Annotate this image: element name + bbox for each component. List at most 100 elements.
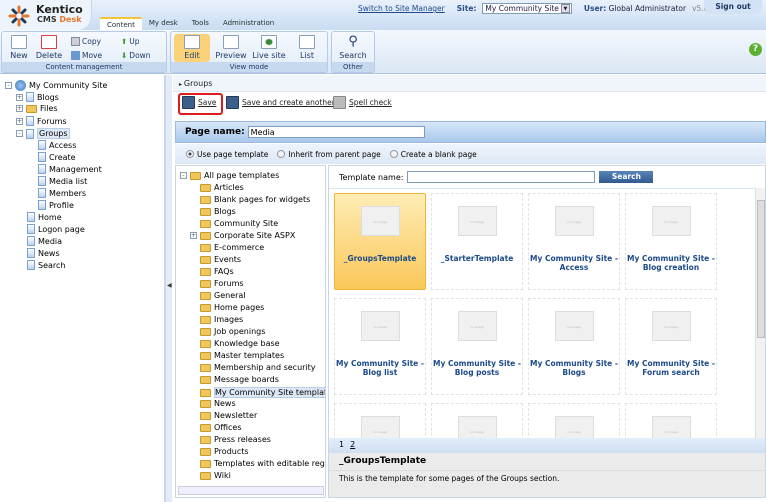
new-button[interactable]: New [6, 35, 32, 60]
template-category[interactable]: Newsletter [200, 411, 257, 420]
template-category[interactable]: Job openings [200, 327, 265, 336]
edit-button[interactable]: Edit [174, 34, 210, 62]
spell-check-button[interactable]: Spell check [333, 96, 392, 109]
template-card[interactable]: no image [334, 403, 426, 438]
template-category[interactable]: Membership and security [200, 363, 316, 372]
preview-button[interactable]: Preview [213, 35, 249, 60]
template-card[interactable]: no image [625, 403, 717, 438]
tree-item[interactable]: Create [38, 152, 76, 162]
up-button[interactable]: ⬆ Up [121, 37, 140, 46]
tab-tools[interactable]: Tools [185, 17, 216, 30]
tab-my-desk[interactable]: My desk [142, 17, 185, 30]
tree-item[interactable]: Profile [38, 200, 74, 210]
page-name-input[interactable] [247, 126, 425, 138]
sign-out-button[interactable]: Sign out [704, 0, 762, 14]
template-category[interactable]: Products [200, 447, 249, 456]
template-card[interactable]: no image _GroupsTemplate [334, 193, 426, 290]
template-category[interactable]: FAQs [200, 267, 234, 276]
template-name-input[interactable] [407, 171, 596, 183]
template-category[interactable]: Community Site [200, 219, 278, 228]
radio-inherit-from-parent[interactable]: Inherit from parent page [277, 150, 381, 159]
other-label: Other [332, 62, 374, 72]
tree-item[interactable]: Media [27, 236, 62, 246]
template-category[interactable]: Home pages [200, 303, 264, 312]
tree-item[interactable]: Logon page [27, 224, 85, 234]
scroll-thumb[interactable] [757, 200, 765, 338]
template-category[interactable]: Knowledge base [200, 339, 280, 348]
template-card[interactable]: no image My Community Site - Blogs [528, 298, 620, 395]
template-category[interactable]: General [200, 291, 246, 300]
tree-root[interactable]: - My Community Site [5, 80, 107, 91]
expand-icon[interactable]: + [16, 117, 23, 125]
template-category[interactable]: Events [200, 255, 241, 264]
template-card[interactable]: no image My Community Site - Forum search [625, 298, 717, 395]
search-button[interactable]: ⚲ Search [335, 35, 371, 61]
template-search-button[interactable]: Search [599, 171, 654, 183]
tree-item[interactable]: Management [38, 164, 102, 174]
template-category[interactable]: Message boards [200, 375, 279, 384]
tree-item[interactable]: Home [27, 212, 62, 222]
expand-icon[interactable]: + [16, 105, 23, 112]
down-button[interactable]: ⬇ Down [121, 51, 151, 60]
save-button[interactable]: Save [182, 96, 216, 109]
expand-icon[interactable]: + [190, 232, 197, 239]
help-icon[interactable]: ? [749, 43, 762, 56]
template-card[interactable]: no image My Community Site - Blog list [334, 298, 426, 395]
tree-item[interactable]: Members [38, 188, 86, 198]
switch-to-site-manager-link[interactable]: Switch to Site Manager [358, 4, 445, 13]
template-category[interactable]: + Corporate Site ASPX [190, 231, 295, 240]
template-category[interactable]: Images [200, 315, 243, 324]
template-category[interactable]: My Community Site templates [200, 387, 325, 398]
tab-content[interactable]: Content [100, 17, 142, 30]
copy-button[interactable]: Copy [71, 37, 101, 46]
collapse-icon[interactable]: - [16, 130, 23, 137]
tree-item[interactable]: + Forums [16, 116, 67, 126]
template-category[interactable]: Master templates [200, 351, 284, 360]
template-category[interactable]: Forums [200, 279, 244, 288]
template-card[interactable]: no image [528, 403, 620, 438]
template-category[interactable]: Articles [200, 183, 244, 192]
breadcrumb-item[interactable]: Groups [184, 79, 213, 88]
radio-use-page-template[interactable]: Use page template [186, 150, 268, 159]
template-category[interactable]: E-commerce [200, 243, 264, 252]
vertical-scrollbar[interactable] [755, 188, 765, 438]
template-category[interactable]: Press releases [200, 435, 271, 444]
save-and-create-another-button[interactable]: Save and create another [226, 96, 335, 109]
template-category[interactable]: Templates with editable regio [200, 459, 325, 468]
move-icon [71, 51, 80, 60]
tree-item[interactable]: Media list [38, 176, 87, 186]
template-category[interactable]: Blank pages for widgets [200, 195, 310, 204]
delete-button[interactable]: Delete [34, 35, 64, 60]
list-button[interactable]: List [291, 35, 323, 60]
template-card[interactable]: no image My Community Site - Blog creatio… [625, 193, 717, 290]
template-category[interactable]: News [200, 399, 236, 408]
tree-item[interactable]: + Blogs [16, 92, 59, 102]
tree-item[interactable]: News [27, 248, 60, 258]
template-card[interactable]: no image [431, 403, 523, 438]
tree-item[interactable]: Search [27, 260, 65, 270]
site-select[interactable]: My Community Site ▼ [482, 3, 572, 14]
live-site-button[interactable]: Live site [251, 35, 287, 60]
panel-splitter[interactable]: ◀ [165, 75, 172, 502]
tree-item[interactable]: Access [38, 140, 76, 150]
collapse-icon[interactable]: - [5, 82, 12, 89]
template-tree-root[interactable]: - All page templates [180, 171, 279, 180]
template-category[interactable]: Wiki [200, 471, 231, 480]
horizontal-scrollbar[interactable] [178, 486, 324, 495]
radio-create-blank-page[interactable]: Create a blank page [389, 150, 477, 159]
globe-icon [15, 80, 26, 91]
page-2-link[interactable]: 2 [350, 440, 355, 451]
template-card[interactable]: no image _StarterTemplate [431, 193, 523, 290]
tab-administration[interactable]: Administration [216, 17, 281, 30]
kentico-logo: Kentico CMS Desk [0, 0, 92, 30]
tree-item[interactable]: - Groups [16, 128, 70, 139]
template-card[interactable]: no image My Community Site - Access [528, 193, 620, 290]
collapse-icon[interactable]: - [180, 172, 187, 179]
template-card[interactable]: no image My Community Site - Blog posts [431, 298, 523, 395]
expand-icon[interactable]: + [16, 93, 23, 101]
template-category[interactable]: Offices [200, 423, 242, 432]
template-category[interactable]: Blogs [200, 207, 236, 216]
move-button[interactable]: Move [71, 51, 102, 60]
collapse-arrow-icon[interactable]: ◀ [167, 282, 172, 289]
tree-item[interactable]: + Files [16, 104, 58, 113]
